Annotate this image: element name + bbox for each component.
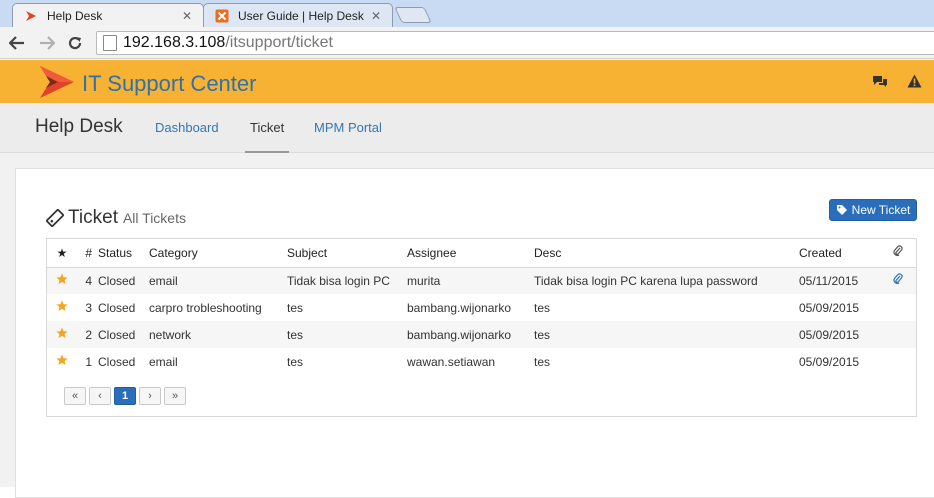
- col-desc-header[interactable]: Desc: [534, 239, 799, 268]
- star-icon[interactable]: [47, 348, 77, 375]
- page-subtitle: All Tickets: [122, 210, 186, 226]
- cell-subject[interactable]: tes: [287, 348, 407, 375]
- page-heading: Ticket All Tickets: [46, 207, 186, 229]
- star-icon[interactable]: [47, 267, 77, 294]
- cell-status: Closed: [98, 327, 136, 342]
- cell-status: Closed: [98, 273, 136, 288]
- new-ticket-label: New Ticket: [851, 203, 911, 217]
- browser-toolbar: 192.168.3.108/itsupport/ticket: [0, 27, 934, 59]
- xampp-favicon-icon: [214, 8, 230, 24]
- browser-tab-help-desk[interactable]: Help Desk ✕: [12, 3, 204, 27]
- col-subject-header[interactable]: Subject: [287, 239, 407, 268]
- forward-arrow-icon[interactable]: [36, 32, 58, 54]
- cell-num: 2: [85, 327, 92, 342]
- tab-title: User Guide | Help Desk: [238, 8, 364, 23]
- tab-title: Help Desk: [47, 8, 103, 23]
- page-title: Ticket: [68, 207, 118, 228]
- cell-subject[interactable]: Tidak bisa login PC: [287, 267, 407, 294]
- cell-created: 05/09/2015: [799, 327, 860, 342]
- browser-tabstrip: Help Desk ✕ User Guide | Help Desk ✕: [0, 0, 934, 27]
- app-logo-icon[interactable]: [38, 64, 76, 100]
- cell-assignee: wawan.setiawan: [407, 354, 496, 369]
- col-num-header[interactable]: #: [77, 239, 98, 268]
- reload-icon[interactable]: [64, 32, 86, 54]
- cell-created: 05/09/2015: [799, 354, 860, 369]
- nav-link-ticket[interactable]: Ticket: [250, 120, 284, 135]
- table-row[interactable]: 2 Closed network tes bambang.wijonarko tes 05/…: [47, 321, 916, 348]
- cell-desc: tes: [534, 354, 551, 369]
- pagination: « ‹ 1 › »: [64, 387, 189, 405]
- url-host: 192.168.3.108: [123, 34, 226, 51]
- ticket-icon: [46, 209, 64, 227]
- new-ticket-button[interactable]: New Ticket: [829, 199, 917, 221]
- browser-tab-user-guide[interactable]: User Guide | Help Desk ✕: [203, 3, 393, 27]
- attachment-cell: [879, 294, 916, 321]
- cell-num: 3: [85, 300, 92, 315]
- cell-num: 4: [85, 273, 92, 288]
- chat-icon[interactable]: [872, 73, 888, 89]
- cell-num: 1: [85, 354, 92, 369]
- cell-created: 05/11/2015: [799, 273, 859, 288]
- prev-page-button[interactable]: ‹: [89, 387, 111, 405]
- nav-link-mpm-portal[interactable]: MPM Portal: [314, 120, 382, 135]
- paperclip-icon: [879, 239, 916, 268]
- close-tab-icon[interactable]: ✕: [368, 9, 384, 23]
- back-arrow-icon[interactable]: [6, 32, 28, 54]
- close-tab-icon[interactable]: ✕: [179, 9, 195, 23]
- cell-desc: tes: [534, 327, 551, 342]
- attachment-cell: [879, 321, 916, 348]
- cell-desc: tes: [534, 300, 551, 315]
- col-assignee-header[interactable]: Assignee: [407, 239, 534, 268]
- cell-assignee: murita: [407, 273, 441, 288]
- col-category-header[interactable]: Category: [149, 239, 287, 268]
- warning-icon[interactable]: [906, 73, 922, 89]
- attachment-icon[interactable]: [879, 267, 916, 294]
- table-row[interactable]: 4 Closed email Tidak bisa login PC murita Tid…: [47, 267, 916, 294]
- cell-category: email: [149, 354, 178, 369]
- cell-category: network: [149, 327, 192, 342]
- new-tab-button[interactable]: [394, 7, 432, 23]
- table-row[interactable]: 3 Closed carpro trobleshooting tes bambang.w…: [47, 294, 916, 321]
- col-created-header[interactable]: Created: [799, 239, 879, 268]
- next-page-button[interactable]: ›: [139, 387, 161, 405]
- attachment-cell: [879, 348, 916, 375]
- table-row[interactable]: 1 Closed email tes wawan.setiawan tes 05/09/20…: [47, 348, 916, 375]
- cell-status: Closed: [98, 300, 136, 315]
- nav-brand[interactable]: Help Desk: [35, 116, 123, 138]
- app-header: IT Support Center: [0, 60, 934, 103]
- app-title[interactable]: IT Support Center: [82, 71, 256, 97]
- cell-created: 05/09/2015: [799, 300, 860, 315]
- cell-subject[interactable]: tes: [287, 294, 407, 321]
- cell-category: email: [149, 273, 178, 288]
- ticket-table: ★ # Status Category Subject Assignee Des…: [47, 239, 916, 375]
- star-icon[interactable]: [47, 294, 77, 321]
- tag-icon: [836, 205, 847, 215]
- cell-subject[interactable]: tes: [287, 321, 407, 348]
- page-1-button[interactable]: 1: [114, 387, 136, 405]
- last-page-button[interactable]: »: [164, 387, 186, 405]
- col-status-header[interactable]: Status: [98, 239, 149, 268]
- col-star-header[interactable]: ★: [47, 239, 77, 268]
- url-path: /itsupport/ticket: [225, 34, 333, 51]
- cell-category: carpro trobleshooting: [149, 300, 262, 315]
- main-navbar: Help Desk Dashboard Ticket MPM Portal: [0, 103, 934, 154]
- star-icon[interactable]: [47, 321, 77, 348]
- cell-desc: Tidak bisa login PC karena lupa password: [534, 273, 758, 288]
- table-header-row: ★ # Status Category Subject Assignee Des…: [47, 239, 916, 268]
- helpdesk-favicon-icon: [23, 8, 39, 24]
- cell-status: Closed: [98, 354, 136, 369]
- address-bar[interactable]: 192.168.3.108/itsupport/ticket: [96, 31, 934, 55]
- first-page-button[interactable]: «: [64, 387, 86, 405]
- cell-assignee: bambang.wijonarko: [407, 300, 512, 315]
- nav-link-dashboard[interactable]: Dashboard: [155, 120, 219, 135]
- cell-assignee: bambang.wijonarko: [407, 327, 512, 342]
- page-icon: [103, 35, 117, 51]
